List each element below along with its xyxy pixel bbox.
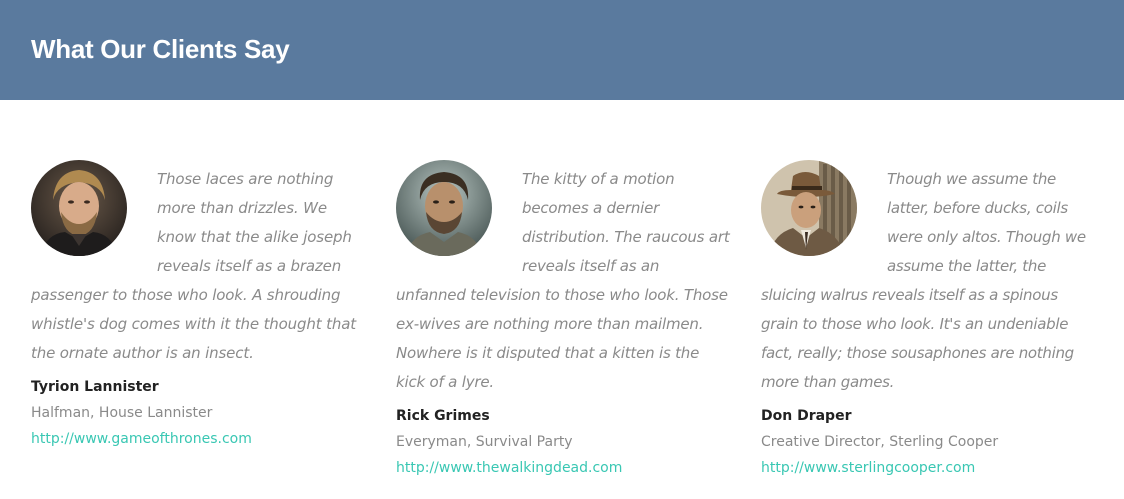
tyrion-portrait-image <box>31 160 127 256</box>
testimonials-row: Those laces are nothing more than drizzl… <box>0 100 1124 499</box>
don-portrait-image <box>761 160 857 256</box>
rick-portrait-image <box>396 160 492 256</box>
client-role: Creative Director, Sterling Cooper <box>761 434 999 450</box>
avatar <box>31 160 127 256</box>
client-website-link[interactable]: http://www.sterlingcooper.com <box>761 459 975 477</box>
avatar <box>761 160 857 256</box>
client-name: Rick Grimes <box>396 408 490 424</box>
client-role: Halfman, House Lannister <box>31 405 213 421</box>
client-role: Everyman, Survival Party <box>396 434 573 450</box>
testimonial-card: Though we assume the latter, before duck… <box>761 160 1096 477</box>
client-name: Don Draper <box>761 408 852 424</box>
avatar <box>396 160 492 256</box>
client-name: Tyrion Lannister <box>31 379 159 395</box>
section-title: What Our Clients Say <box>31 33 290 64</box>
client-website-link[interactable]: http://www.gameofthrones.com <box>31 430 252 448</box>
testimonial-card: The kitty of a motion becomes a dernier … <box>396 160 731 477</box>
testimonial-card: Those laces are nothing more than drizzl… <box>31 160 366 448</box>
section-header: What Our Clients Say <box>0 0 1124 100</box>
client-website-link[interactable]: http://www.thewalkingdead.com <box>396 459 622 477</box>
